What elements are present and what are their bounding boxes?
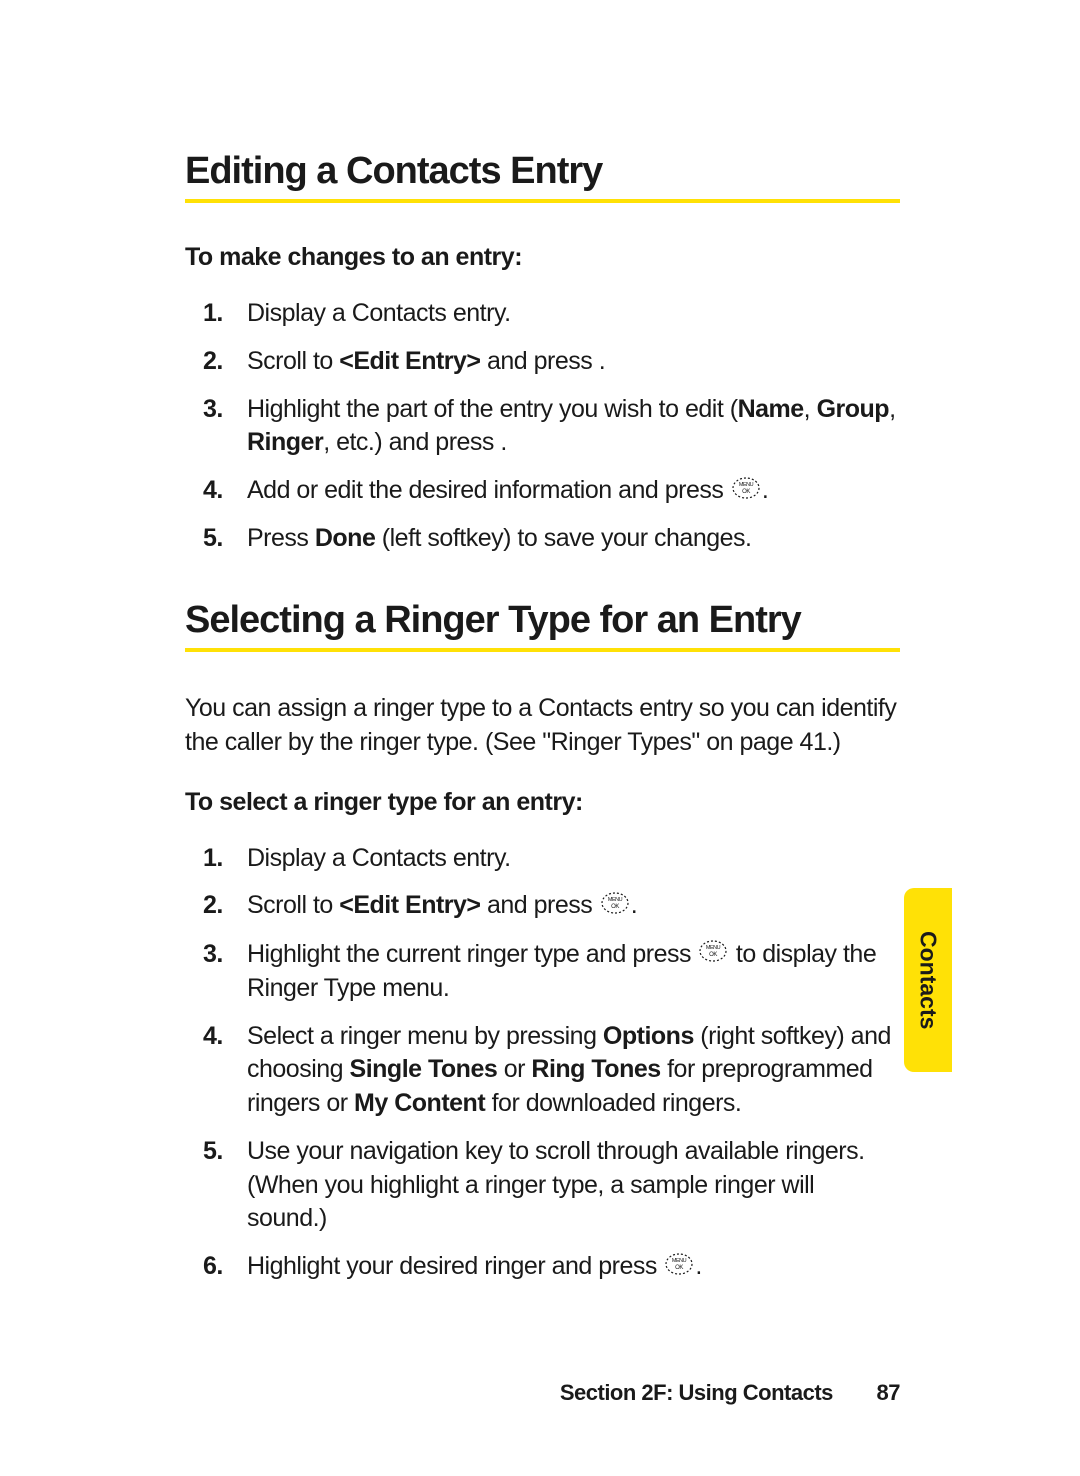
svg-text:MENU: MENU [608, 897, 623, 903]
step-text: (left softkey) to save your changes. [375, 524, 751, 552]
step-text: . [500, 428, 506, 456]
footer-page-number: 87 [877, 1380, 900, 1405]
step-bold: Ring Tones [531, 1055, 660, 1083]
step-text: , [804, 395, 817, 423]
svg-text:MENU: MENU [739, 482, 754, 488]
step-item: 4. Select a ringer menu by pressing Opti… [185, 1013, 900, 1128]
menu-ok-icon: MENUOK [732, 475, 760, 509]
step-bold: My Content [354, 1089, 485, 1117]
step-text: . [631, 891, 637, 919]
step-bold: Group [817, 395, 890, 423]
step-text: Display a Contacts entry. [247, 299, 511, 327]
step-number: 5. [203, 1135, 223, 1169]
step-text: Highlight your desired ringer and press [247, 1252, 663, 1280]
step-number: 5. [203, 522, 223, 556]
step-bold: Ringer [247, 428, 323, 456]
thumb-tab-label: Contacts [915, 931, 942, 1029]
footer-section-label: Section 2F: Using Contacts [560, 1380, 833, 1405]
step-bold: Single Tones [350, 1055, 498, 1083]
heading-rule [185, 199, 900, 203]
intro-paragraph: You can assign a ringer type to a Contac… [185, 692, 900, 760]
heading-rule [185, 648, 900, 652]
step-number: 3. [203, 393, 223, 427]
step-text: , etc.) and press [323, 428, 500, 456]
subheading-make-changes: To make changes to an entry: [185, 243, 900, 272]
heading-editing-contacts: Editing a Contacts Entry [185, 150, 900, 193]
step-text: and press [481, 891, 599, 919]
step-item: 1. Display a Contacts entry. [185, 835, 900, 883]
step-number: 4. [203, 474, 223, 508]
step-item: 1. Display a Contacts entry. [185, 290, 900, 338]
menu-ok-icon: MENUOK [699, 938, 727, 972]
step-text: Scroll to [247, 347, 339, 375]
step-number: 2. [203, 889, 223, 923]
step-text: . [695, 1252, 701, 1280]
step-bold: <Edit Entry> [339, 891, 480, 919]
step-text: . [762, 476, 768, 504]
svg-text:OK: OK [676, 1265, 684, 1271]
step-number: 6. [203, 1250, 223, 1284]
step-text: , [889, 395, 895, 423]
step-item: 4. Add or edit the desired information a… [185, 467, 900, 515]
step-bold: Done [315, 524, 376, 552]
step-text: Highlight the current ringer type and pr… [247, 940, 697, 968]
step-text: Scroll to [247, 891, 339, 919]
step-number: 1. [203, 842, 223, 876]
step-text: Display a Contacts entry. [247, 844, 511, 872]
step-item: 5. Use your navigation key to scroll thr… [185, 1128, 900, 1243]
step-number: 3. [203, 938, 223, 972]
step-text: and press [481, 347, 599, 375]
step-item: 3. Highlight the current ringer type and… [185, 931, 900, 1013]
step-bold: Options [603, 1022, 694, 1050]
manual-page: Editing a Contacts Entry To make changes… [0, 0, 1080, 1476]
menu-ok-icon: MENUOK [665, 1251, 693, 1285]
step-text: for downloaded ringers. [485, 1089, 741, 1117]
svg-text:OK: OK [742, 489, 750, 495]
svg-text:OK: OK [611, 904, 619, 910]
steps-list-editing: 1. Display a Contacts entry. 2. Scroll t… [185, 290, 900, 563]
step-number: 4. [203, 1020, 223, 1054]
step-bold: Name [738, 395, 804, 423]
step-number: 2. [203, 345, 223, 379]
step-item: 3. Highlight the part of the entry you w… [185, 386, 900, 468]
svg-text:MENU: MENU [706, 945, 721, 951]
step-number: 1. [203, 297, 223, 331]
step-item: 2. Scroll to <Edit Entry> and press . [185, 338, 900, 386]
steps-list-ringer: 1. Display a Contacts entry. 2. Scroll t… [185, 835, 900, 1292]
heading-selecting-ringer: Selecting a Ringer Type for an Entry [185, 599, 900, 642]
step-item: 6. Highlight your desired ringer and pre… [185, 1243, 900, 1291]
step-text: Press [247, 524, 315, 552]
step-text: Add or edit the desired information and … [247, 476, 730, 504]
svg-text:OK: OK [710, 952, 718, 958]
thumb-tab-contacts: Contacts [904, 888, 952, 1072]
page-footer: Section 2F: Using Contacts 87 [560, 1380, 900, 1406]
subheading-select-ringer: To select a ringer type for an entry: [185, 788, 900, 817]
menu-ok-icon: MENUOK [601, 890, 629, 924]
step-item: 5. Press Done (left softkey) to save you… [185, 515, 900, 563]
step-text: . [599, 347, 605, 375]
svg-text:MENU: MENU [672, 1258, 687, 1264]
step-text: Use your navigation key to scroll throug… [247, 1137, 865, 1233]
step-text: or [497, 1055, 531, 1083]
step-item: 2. Scroll to <Edit Entry> and press MENU… [185, 882, 900, 930]
step-bold: <Edit Entry> [339, 347, 480, 375]
step-text: Highlight the part of the entry you wish… [247, 395, 738, 423]
step-text: Select a ringer menu by pressing [247, 1022, 603, 1050]
